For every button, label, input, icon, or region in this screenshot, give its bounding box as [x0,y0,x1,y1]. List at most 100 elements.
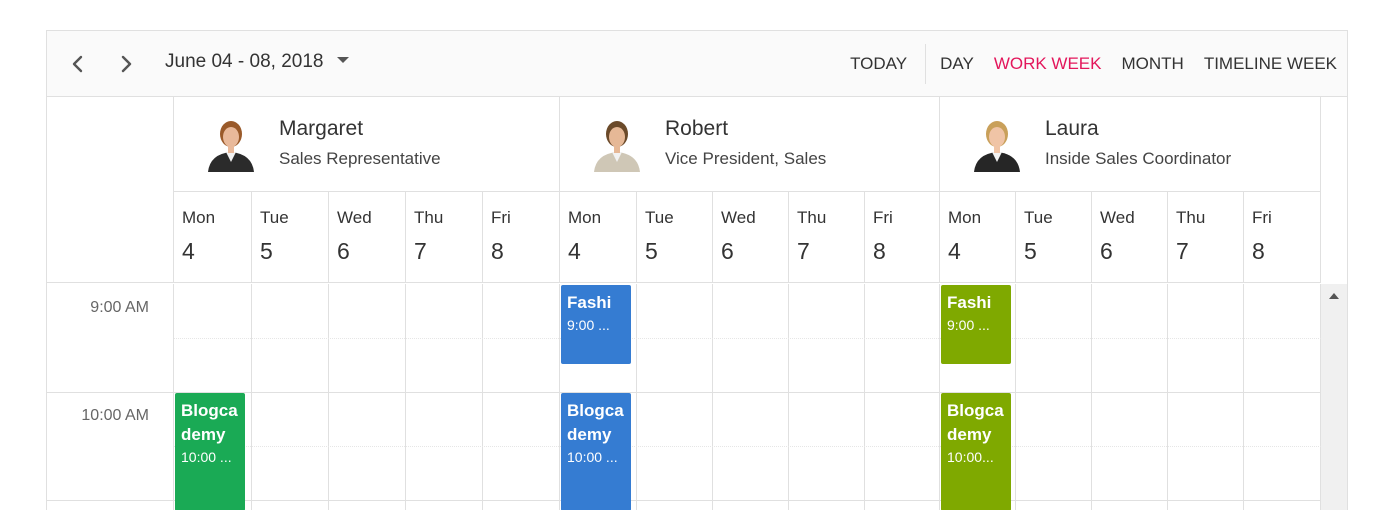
grid-column-line [636,284,637,510]
appointment-subject: Blogcademy [947,401,1004,444]
grid-column-line [864,284,865,510]
day-header-cell[interactable]: Tue 5 [252,192,329,283]
schedule-header: Margaret Sales Representative Mon 4 Tue 5 Wed 6… [47,97,1347,283]
view-work-week-button[interactable]: WORK WEEK [984,31,1112,97]
day-number: 8 [491,238,504,264]
day-number: 4 [182,238,195,264]
day-number: 8 [1252,238,1265,264]
grid-column-line [482,284,483,510]
resource-header-margaret: Margaret Sales Representative [174,97,560,192]
grid-column-line [939,284,940,510]
day-header-cell[interactable]: Mon 4 [174,192,252,283]
day-header-cell[interactable]: Tue 5 [1016,192,1092,283]
day-number: 5 [645,238,658,264]
day-name: Thu [797,208,827,227]
appointment[interactable]: Blogcademy 10:00... [941,393,1011,510]
resource-title: Sales Representative [279,149,441,168]
resource-name: Margaret [279,117,364,140]
previous-button[interactable] [63,49,93,79]
view-switcher: TODAY DAY WORK WEEK MONTH TIMELINE WEEK [840,31,1347,97]
resource-title: Vice President, Sales [665,149,827,168]
date-range-label: June 04 - 08, 2018 [165,51,324,72]
day-number: 5 [1024,238,1037,264]
appointment[interactable]: Blogcademy 10:00 ... [561,393,631,510]
time-label: 9:00 AM [90,299,149,316]
day-header-cell[interactable]: Thu 7 [406,192,483,283]
appointment-time: 9:00 ... [567,317,610,333]
chevron-left-icon [63,49,93,79]
day-number: 5 [260,238,273,264]
grid-row-line [174,338,1321,339]
appointment-subject: Fashi [947,293,992,312]
grid-column-line [1167,284,1168,510]
appointment[interactable]: Fashi 9:00 ... [561,285,631,364]
grid-column-line [1091,284,1092,510]
day-header-cell[interactable]: Thu 7 [789,192,865,283]
scroll-up-arrow-icon[interactable] [1329,293,1339,299]
appointment[interactable]: Blogcademy 10:00 ... [175,393,245,510]
view-timeline-week-button[interactable]: TIMELINE WEEK [1194,31,1347,97]
view-day-button[interactable]: DAY [930,31,984,97]
day-number: 7 [1176,238,1189,264]
day-name: Tue [1024,208,1053,227]
day-name: Mon [948,208,982,227]
time-divider [47,392,174,393]
avatar [590,112,644,172]
day-name: Mon [182,208,216,227]
grid-column-line [328,284,329,510]
appointment-subject: Fashi [567,293,612,312]
day-header-cell[interactable]: Fri 8 [483,192,560,283]
day-header-cell[interactable]: Wed 6 [1092,192,1168,283]
day-number: 4 [568,238,581,264]
next-button[interactable] [111,49,141,79]
grid-column-line [1243,284,1244,510]
chevron-right-icon [111,49,141,79]
day-header-cell[interactable]: Fri 8 [865,192,940,283]
appointment-time: 9:00 ... [947,317,990,333]
day-header-cell[interactable]: Wed 6 [713,192,789,283]
grid-column-line [1015,284,1016,510]
grid-column-line [251,284,252,510]
day-number: 6 [1100,238,1113,264]
day-name: Fri [1252,208,1272,227]
grid-column-line [405,284,406,510]
appointment-subject: Blogcademy [181,401,238,444]
time-column: 9:00 AM 10:00 AM [47,284,174,510]
grid-row-line [174,446,1321,447]
toolbar: June 04 - 08, 2018 TODAY DAY WORK WEEK M… [47,31,1347,97]
day-number: 4 [948,238,961,264]
day-number: 7 [414,238,427,264]
day-header-cell[interactable]: Tue 5 [637,192,713,283]
date-range-picker[interactable]: June 04 - 08, 2018 [165,51,350,73]
today-button[interactable]: TODAY [840,31,921,97]
day-name: Fri [873,208,893,227]
avatar [970,112,1024,172]
day-header-cell[interactable]: Fri 8 [1244,192,1321,283]
appointment-time: 10:00 ... [181,449,232,465]
day-name: Thu [1176,208,1206,227]
resource-name: Laura [1045,117,1099,140]
time-label: 10:00 AM [81,407,149,424]
day-number: 7 [797,238,810,264]
day-name: Mon [568,208,602,227]
day-header-cell[interactable]: Mon 4 [560,192,637,283]
day-header-cell[interactable]: Wed 6 [329,192,406,283]
toolbar-separator [925,44,927,84]
resource-header-robert: Robert Vice President, Sales [560,97,940,192]
day-header-cell[interactable]: Thu 7 [1168,192,1244,283]
avatar [204,112,258,172]
view-month-button[interactable]: MONTH [1111,31,1193,97]
day-name: Thu [414,208,444,227]
grid-column-line [788,284,789,510]
day-header-cell[interactable]: Mon 4 [940,192,1016,283]
resource-title: Inside Sales Coordinator [1045,149,1232,168]
resource-header-laura: Laura Inside Sales Coordinator [940,97,1321,192]
header-gutter [1321,97,1347,283]
time-divider [47,500,174,501]
appointment[interactable]: Fashi 9:00 ... [941,285,1011,364]
appointment-time: 10:00 ... [567,449,618,465]
grid-row-line [174,392,1321,393]
day-number: 6 [721,238,734,264]
vertical-scrollbar[interactable] [1321,284,1347,510]
resource-name: Robert [665,117,729,140]
